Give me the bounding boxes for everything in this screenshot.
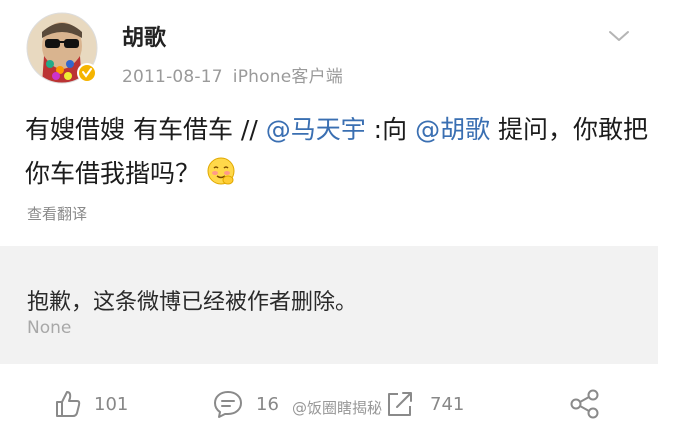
deleted-message: 抱歉，这条微博已经被作者删除。 xyxy=(27,290,358,315)
comment-count: 16 xyxy=(256,394,279,415)
repost-box[interactable]: 抱歉，这条微博已经被作者删除。 None xyxy=(0,246,658,364)
share-icon xyxy=(570,389,599,419)
mention-link-2[interactable]: @胡歌 xyxy=(415,115,490,144)
post-source: iPhone客户端 xyxy=(232,67,343,87)
comment-bubble-icon xyxy=(214,391,242,418)
author-name[interactable]: 胡歌 xyxy=(122,20,166,52)
like-button[interactable]: 101 xyxy=(52,388,142,420)
comment-button[interactable]: 16 xyxy=(212,388,292,420)
post-date: 2011-08-17 xyxy=(122,67,223,87)
weibo-post: 胡歌 2011-08-17 iPhone客户端 有嫂借嫂 有车借车 // @马天宇… xyxy=(0,0,690,431)
like-thumb-icon xyxy=(56,391,81,417)
chevron-down-icon[interactable] xyxy=(606,26,632,46)
avatar[interactable] xyxy=(26,12,98,84)
translate-link[interactable]: 查看翻译 xyxy=(27,203,87,224)
share-button[interactable] xyxy=(568,388,604,420)
verified-badge-icon xyxy=(77,63,97,83)
blush-emoji-icon xyxy=(207,157,235,185)
repost-button[interactable]: 741 xyxy=(384,388,484,420)
like-count: 101 xyxy=(94,394,129,415)
repost-count: 741 xyxy=(430,394,465,415)
post-text-1: 有嫂借嫂 有车借车 // xyxy=(25,115,258,144)
post-content: 有嫂借嫂 有车借车 // @马天宇 :向 @胡歌 提问，你敢把你车借我揩吗？ xyxy=(25,108,665,196)
repost-footer-text: None xyxy=(27,318,72,338)
post-meta: 2011-08-17 iPhone客户端 xyxy=(122,62,343,87)
post-text-2: :向 xyxy=(373,115,408,144)
action-bar: 101 16 @饭圈瞎揭秘 741 xyxy=(0,378,690,431)
watermark: @饭圈瞎揭秘 xyxy=(292,399,383,417)
mention-link-1[interactable]: @马天宇 xyxy=(266,115,366,144)
repost-arrow-icon xyxy=(388,392,412,416)
